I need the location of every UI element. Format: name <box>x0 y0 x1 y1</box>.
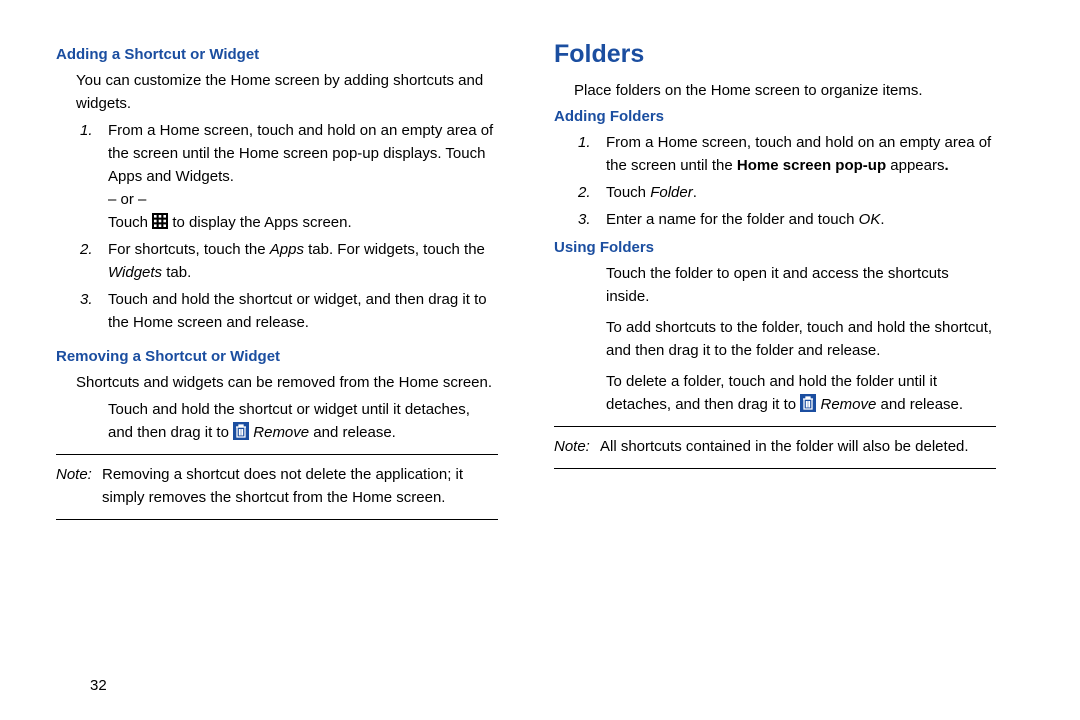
folders-step2: Touch Folder. <box>606 181 996 204</box>
apps-grid-icon <box>152 213 168 229</box>
adding-intro: You can customize the Home screen by add… <box>76 69 498 115</box>
note-folders: Note: All shortcuts contained in the fol… <box>554 435 996 458</box>
heading-using-folders: Using Folders <box>554 239 996 256</box>
folders-step3: Enter a name for the folder and touch OK… <box>606 208 996 231</box>
trash-icon <box>800 394 816 412</box>
removing-step: Touch and hold the shortcut or widget un… <box>108 398 498 444</box>
divider <box>56 454 498 455</box>
folders-step1: From a Home screen, touch and hold on an… <box>606 131 996 177</box>
step-number: 2. <box>578 181 606 204</box>
using-p3: To delete a folder, touch and hold the f… <box>606 370 996 416</box>
divider <box>56 519 498 520</box>
step-number: 1. <box>80 119 108 234</box>
using-p2: To add shortcuts to the folder, touch an… <box>606 316 996 362</box>
section-folders: Folders <box>554 40 996 69</box>
heading-adding-folders: Adding Folders <box>554 108 996 125</box>
step-number: 3. <box>578 208 606 231</box>
divider <box>554 426 996 427</box>
note-removing: Note: Removing a shortcut does not delet… <box>56 463 498 509</box>
using-p1: Touch the folder to open it and access t… <box>606 262 996 308</box>
step-number: 3. <box>80 288 108 334</box>
divider <box>554 468 996 469</box>
step-number: 2. <box>80 238 108 284</box>
heading-adding-shortcut: Adding a Shortcut or Widget <box>56 46 498 63</box>
heading-removing-shortcut: Removing a Shortcut or Widget <box>56 348 498 365</box>
page-number: 32 <box>90 677 107 694</box>
trash-icon <box>233 422 249 440</box>
step3: Touch and hold the shortcut or widget, a… <box>108 288 498 334</box>
step-number: 1. <box>578 131 606 177</box>
folders-intro: Place folders on the Home screen to orga… <box>574 79 996 102</box>
removing-intro: Shortcuts and widgets can be removed fro… <box>76 371 498 394</box>
step2: For shortcuts, touch the Apps tab. For w… <box>108 238 498 284</box>
step1: From a Home screen, touch and hold on an… <box>108 119 498 234</box>
